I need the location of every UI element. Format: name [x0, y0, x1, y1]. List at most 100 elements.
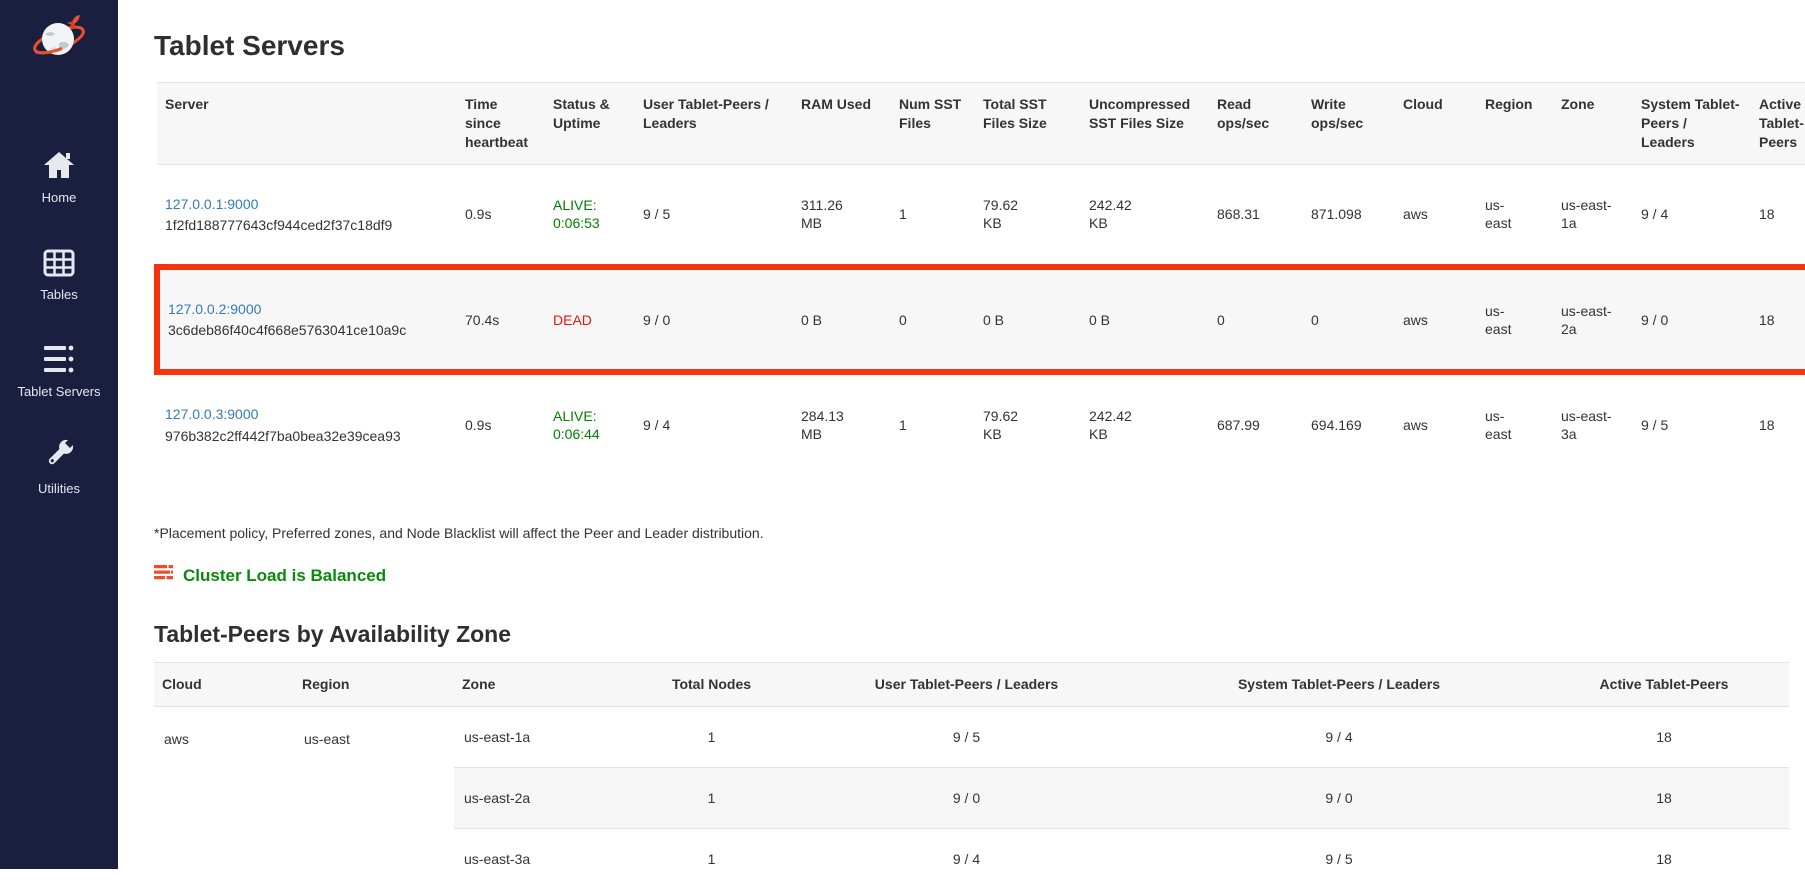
- col-system-tp: System Tablet-Peers / Leaders: [1633, 83, 1751, 165]
- ram-cell: 284.13 MB: [793, 372, 891, 474]
- col-active-tp: Active Tablet-Peers: [1539, 662, 1789, 706]
- zones-section-title: Tablet-Peers by Availability Zone: [154, 621, 1789, 648]
- heartbeat-cell: 70.4s: [457, 267, 545, 372]
- uncompressed-sst-cell: 242.42 KB: [1081, 164, 1209, 267]
- col-user-tp: User Tablet-Peers / Leaders: [794, 662, 1139, 706]
- zone-row-us-east-1a: aws us-east us-east-1a 1 9 / 5 9 / 4 18: [154, 706, 1789, 767]
- num-sst-cell: 0: [891, 267, 975, 372]
- sidebar-nav: Home Tables: [0, 108, 118, 496]
- col-total-sst: Total SST Files Size: [975, 83, 1081, 165]
- system-tp-cell: 9 / 4: [1633, 164, 1751, 267]
- server-uuid: 976b382c2ff442f7ba0bea32e39cea93: [165, 427, 449, 445]
- heartbeat-cell: 0.9s: [457, 372, 545, 474]
- read-ops-cell: 687.99: [1209, 372, 1303, 474]
- write-ops-cell: 694.169: [1303, 372, 1395, 474]
- uptime-value: 0:06:53: [553, 214, 627, 232]
- placement-policy-footnote: *Placement policy, Preferred zones, and …: [154, 525, 1789, 541]
- sidebar-item-home[interactable]: Home: [0, 108, 118, 205]
- active-tp-cell: 18: [1751, 164, 1805, 267]
- sidebar-item-label: Tablet Servers: [17, 384, 100, 399]
- col-uncompressed-sst: Uncompressed SST Files Size: [1081, 83, 1209, 165]
- cluster-load-status: Cluster Load is Balanced: [154, 565, 1789, 587]
- sidebar-item-utilities[interactable]: Utilities: [0, 399, 118, 496]
- zone-cell: us-east-1a: [1553, 164, 1633, 267]
- home-icon: [42, 150, 76, 183]
- tablet-servers-table: Server Time since heartbeat Status & Upt…: [154, 82, 1805, 475]
- col-system-tp: System Tablet-Peers / Leaders: [1139, 662, 1539, 706]
- read-ops-cell: 868.31: [1209, 164, 1303, 267]
- server-row-3: 127.0.0.3:9000 976b382c2ff442f7ba0bea32e…: [157, 372, 1805, 474]
- region-cell: us-east: [1477, 164, 1553, 267]
- col-region: Region: [294, 662, 454, 706]
- planet-rocket-logo: [31, 10, 87, 66]
- user-tp-cell: 9 / 4: [794, 828, 1139, 889]
- active-tp-cell: 18: [1539, 767, 1789, 828]
- status-cell: ALIVE: 0:06:53: [545, 164, 635, 267]
- servers-header-row: Server Time since heartbeat Status & Upt…: [157, 83, 1805, 165]
- user-tp-cell: 9 / 4: [635, 372, 793, 474]
- zone-cell: us-east-1a: [454, 706, 629, 767]
- app-logo[interactable]: [31, 10, 87, 66]
- total-nodes-cell: 1: [629, 767, 794, 828]
- main-content: Tablet Servers Server Time since heartbe…: [118, 0, 1805, 889]
- status-cell: DEAD: [545, 267, 635, 372]
- user-tp-cell: 9 / 5: [794, 706, 1139, 767]
- sidebar: Home Tables: [0, 0, 118, 869]
- active-tp-cell: 18: [1539, 706, 1789, 767]
- col-write-ops: Write ops/sec: [1303, 83, 1395, 165]
- server-address-link[interactable]: 127.0.0.3:9000: [165, 405, 449, 423]
- tablet-servers-icon: [41, 344, 77, 377]
- ram-cell: 311.26 MB: [793, 164, 891, 267]
- sidebar-item-tables[interactable]: Tables: [0, 205, 118, 302]
- zones-header-row: Cloud Region Zone Total Nodes User Table…: [154, 662, 1789, 706]
- server-uuid: 1f2fd188777643cf944ced2f37c18df9: [165, 216, 449, 234]
- status-cell: ALIVE: 0:06:44: [545, 372, 635, 474]
- cloud-cell: aws: [1395, 267, 1477, 372]
- read-ops-cell: 0: [1209, 267, 1303, 372]
- sidebar-item-label: Home: [42, 190, 77, 205]
- col-active-tp: Active Tablet-Peers: [1751, 83, 1805, 165]
- uncompressed-sst-cell: 242.42 KB: [1081, 372, 1209, 474]
- col-cloud: Cloud: [1395, 83, 1477, 165]
- sidebar-item-tablet-servers[interactable]: Tablet Servers: [0, 302, 118, 399]
- server-row-2-dead-highlighted: 127.0.0.2:9000 3c6deb86f40c4f668e5763041…: [157, 267, 1805, 372]
- col-heartbeat: Time since heartbeat: [457, 83, 545, 165]
- col-zone: Zone: [454, 662, 629, 706]
- col-zone: Zone: [1553, 83, 1633, 165]
- server-address-link[interactable]: 127.0.0.2:9000: [168, 300, 449, 318]
- col-status: Status & Uptime: [545, 83, 635, 165]
- region-cell: us-east: [294, 706, 454, 889]
- region-cell: us-east: [1477, 372, 1553, 474]
- user-tp-cell: 9 / 0: [794, 767, 1139, 828]
- system-tp-cell: 9 / 0: [1139, 767, 1539, 828]
- tablet-peers-by-zone-table: Cloud Region Zone Total Nodes User Table…: [154, 662, 1789, 889]
- server-address-link[interactable]: 127.0.0.1:9000: [165, 195, 449, 213]
- total-sst-cell: 0 B: [975, 267, 1081, 372]
- col-num-sst: Num SST Files: [891, 83, 975, 165]
- total-nodes-cell: 1: [629, 706, 794, 767]
- zone-cell: us-east-2a: [1553, 267, 1633, 372]
- server-row-1: 127.0.0.1:9000 1f2fd188777643cf944ced2f3…: [157, 164, 1805, 267]
- col-server: Server: [157, 83, 457, 165]
- active-tp-cell: 18: [1751, 267, 1805, 372]
- active-tp-cell: 18: [1751, 372, 1805, 474]
- col-ram: RAM Used: [793, 83, 891, 165]
- system-tp-cell: 9 / 5: [1633, 372, 1751, 474]
- col-cloud: Cloud: [154, 662, 294, 706]
- system-tp-cell: 9 / 0: [1633, 267, 1751, 372]
- zone-cell: us-east-3a: [1553, 372, 1633, 474]
- system-tp-cell: 9 / 5: [1139, 828, 1539, 889]
- status-label: ALIVE:: [553, 407, 627, 425]
- cluster-load-icon: [154, 565, 173, 587]
- num-sst-cell: 1: [891, 164, 975, 267]
- sidebar-item-label: Utilities: [38, 481, 80, 496]
- total-sst-cell: 79.62 KB: [975, 372, 1081, 474]
- zone-cell: us-east-3a: [454, 828, 629, 889]
- total-sst-cell: 79.62 KB: [975, 164, 1081, 267]
- status-label: ALIVE:: [553, 196, 627, 214]
- cloud-cell: aws: [1395, 164, 1477, 267]
- col-read-ops: Read ops/sec: [1209, 83, 1303, 165]
- region-cell: us-east: [1477, 267, 1553, 372]
- col-region: Region: [1477, 83, 1553, 165]
- cluster-load-text: Cluster Load is Balanced: [183, 566, 386, 586]
